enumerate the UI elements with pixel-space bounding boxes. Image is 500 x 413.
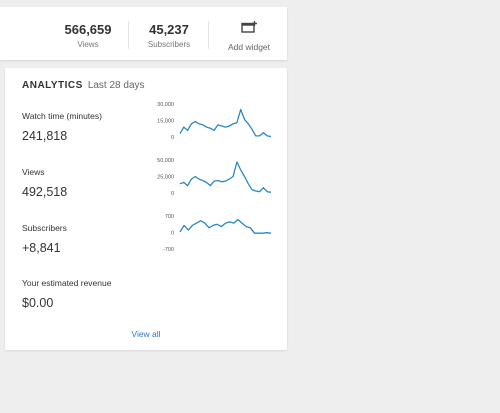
analytics-title: ANALYTICS bbox=[22, 80, 83, 91]
sparkline-tick-label: 15,000 bbox=[157, 119, 174, 125]
analytics-header: ANALYTICS Last 28 days bbox=[22, 80, 145, 91]
add-widget-label: Add widget bbox=[227, 42, 271, 52]
subscribers-sparkline: 700 0 -700 bbox=[163, 214, 272, 253]
metric-views: Views 492,518 bbox=[22, 167, 67, 199]
subscribers-label: Subscribers bbox=[147, 40, 191, 49]
metric-value: $0.00 bbox=[22, 296, 54, 310]
sparkline-series-line bbox=[179, 108, 272, 138]
sparkline-series-line bbox=[179, 218, 272, 234]
metric-value: 492,518 bbox=[22, 185, 68, 199]
channel-stats-card: 566,659 Views 45,237 Subscribers Add wid… bbox=[0, 7, 287, 60]
metric-value: 241,818 bbox=[22, 129, 68, 143]
divider bbox=[208, 21, 209, 49]
metric-label: Views bbox=[22, 167, 45, 177]
views-count: 566,659 bbox=[64, 22, 112, 37]
views-stat: 566,659 Views bbox=[58, 7, 118, 60]
metric-label: Subscribers bbox=[22, 223, 67, 233]
sparkline-tick-label: 0 bbox=[171, 191, 174, 197]
metric-value: +8,841 bbox=[22, 241, 61, 255]
sparkline-tick-label: 25,000 bbox=[157, 175, 174, 181]
views-sparkline: 50,000 25,000 0 bbox=[157, 158, 272, 197]
views-label: Views bbox=[77, 40, 99, 49]
subscribers-stat: 45,237 Subscribers bbox=[138, 7, 200, 60]
metric-label: Your estimated revenue bbox=[22, 278, 112, 288]
sparkline-tick-label: 30,000 bbox=[157, 102, 174, 108]
add-widget-button[interactable]: Add widget bbox=[218, 7, 280, 60]
sparkline-series-line bbox=[179, 161, 272, 193]
sparkline-tick-label: 700 bbox=[165, 214, 174, 220]
view-all-link[interactable]: View all bbox=[5, 329, 287, 339]
add-widget-icon bbox=[241, 21, 257, 33]
watch-time-sparkline: 30,000 15,000 0 bbox=[157, 102, 272, 141]
metric-watch-time: Watch time (minutes) 241,818 bbox=[22, 111, 102, 143]
sparkline-tick-label: -700 bbox=[163, 247, 174, 253]
divider bbox=[128, 21, 129, 49]
sparkline-tick-label: 50,000 bbox=[157, 158, 174, 164]
metric-label: Watch time (minutes) bbox=[22, 111, 102, 121]
sparkline-tick-label: 0 bbox=[171, 135, 174, 141]
analytics-card: ANALYTICS Last 28 days Watch time (minute… bbox=[5, 68, 287, 350]
metric-subscribers: Subscribers +8,841 bbox=[22, 223, 67, 255]
analytics-period: Last 28 days bbox=[87, 80, 145, 91]
sparkline-tick-label: 0 bbox=[171, 231, 174, 237]
subscribers-count: 45,237 bbox=[149, 22, 189, 37]
metric-revenue: Your estimated revenue $0.00 bbox=[22, 278, 111, 310]
